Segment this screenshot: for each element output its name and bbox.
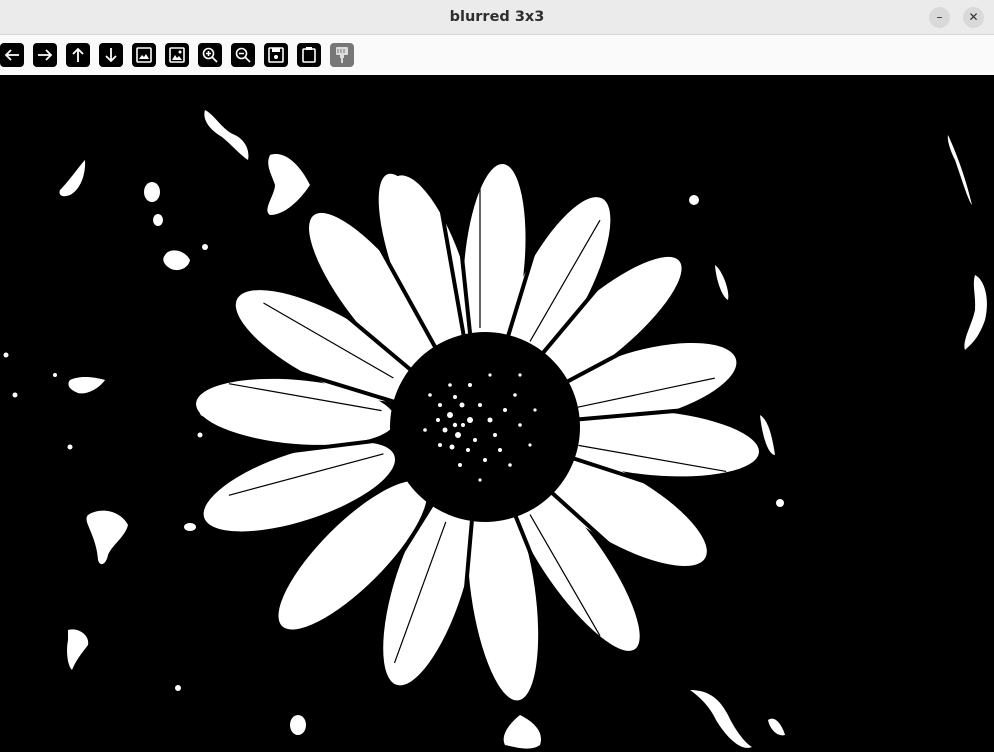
close-button[interactable]: ✕ [963,7,984,28]
zoom-in-button[interactable] [198,43,222,67]
zoom-out-button[interactable] [231,43,255,67]
brush-icon [336,47,348,63]
arrow-left-icon [4,49,19,61]
properties-button[interactable] [330,43,354,67]
zoom-out-icon [235,47,251,63]
window-title: blurred 3x3 [449,9,545,25]
fit-image-button[interactable] [132,43,156,67]
up-button[interactable] [66,43,90,67]
minimize-button[interactable]: – [929,7,950,28]
save-button[interactable] [264,43,288,67]
save-icon [268,47,284,63]
copy-button[interactable] [297,43,321,67]
zoom-in-icon [202,47,218,63]
arrow-right-icon [38,49,53,61]
flower-image [0,75,994,752]
down-button[interactable] [99,43,123,67]
forward-button[interactable] [33,43,57,67]
original-size-button[interactable] [165,43,189,67]
image-alt-icon [169,47,185,63]
title-bar: blurred 3x3 – ✕ [0,0,994,35]
image-canvas[interactable] [0,75,994,752]
back-button[interactable] [0,43,24,67]
arrow-down-icon [105,48,117,63]
image-icon [136,47,152,63]
toolbar [0,35,994,75]
clipboard-icon [302,47,316,63]
arrow-up-icon [72,47,84,62]
